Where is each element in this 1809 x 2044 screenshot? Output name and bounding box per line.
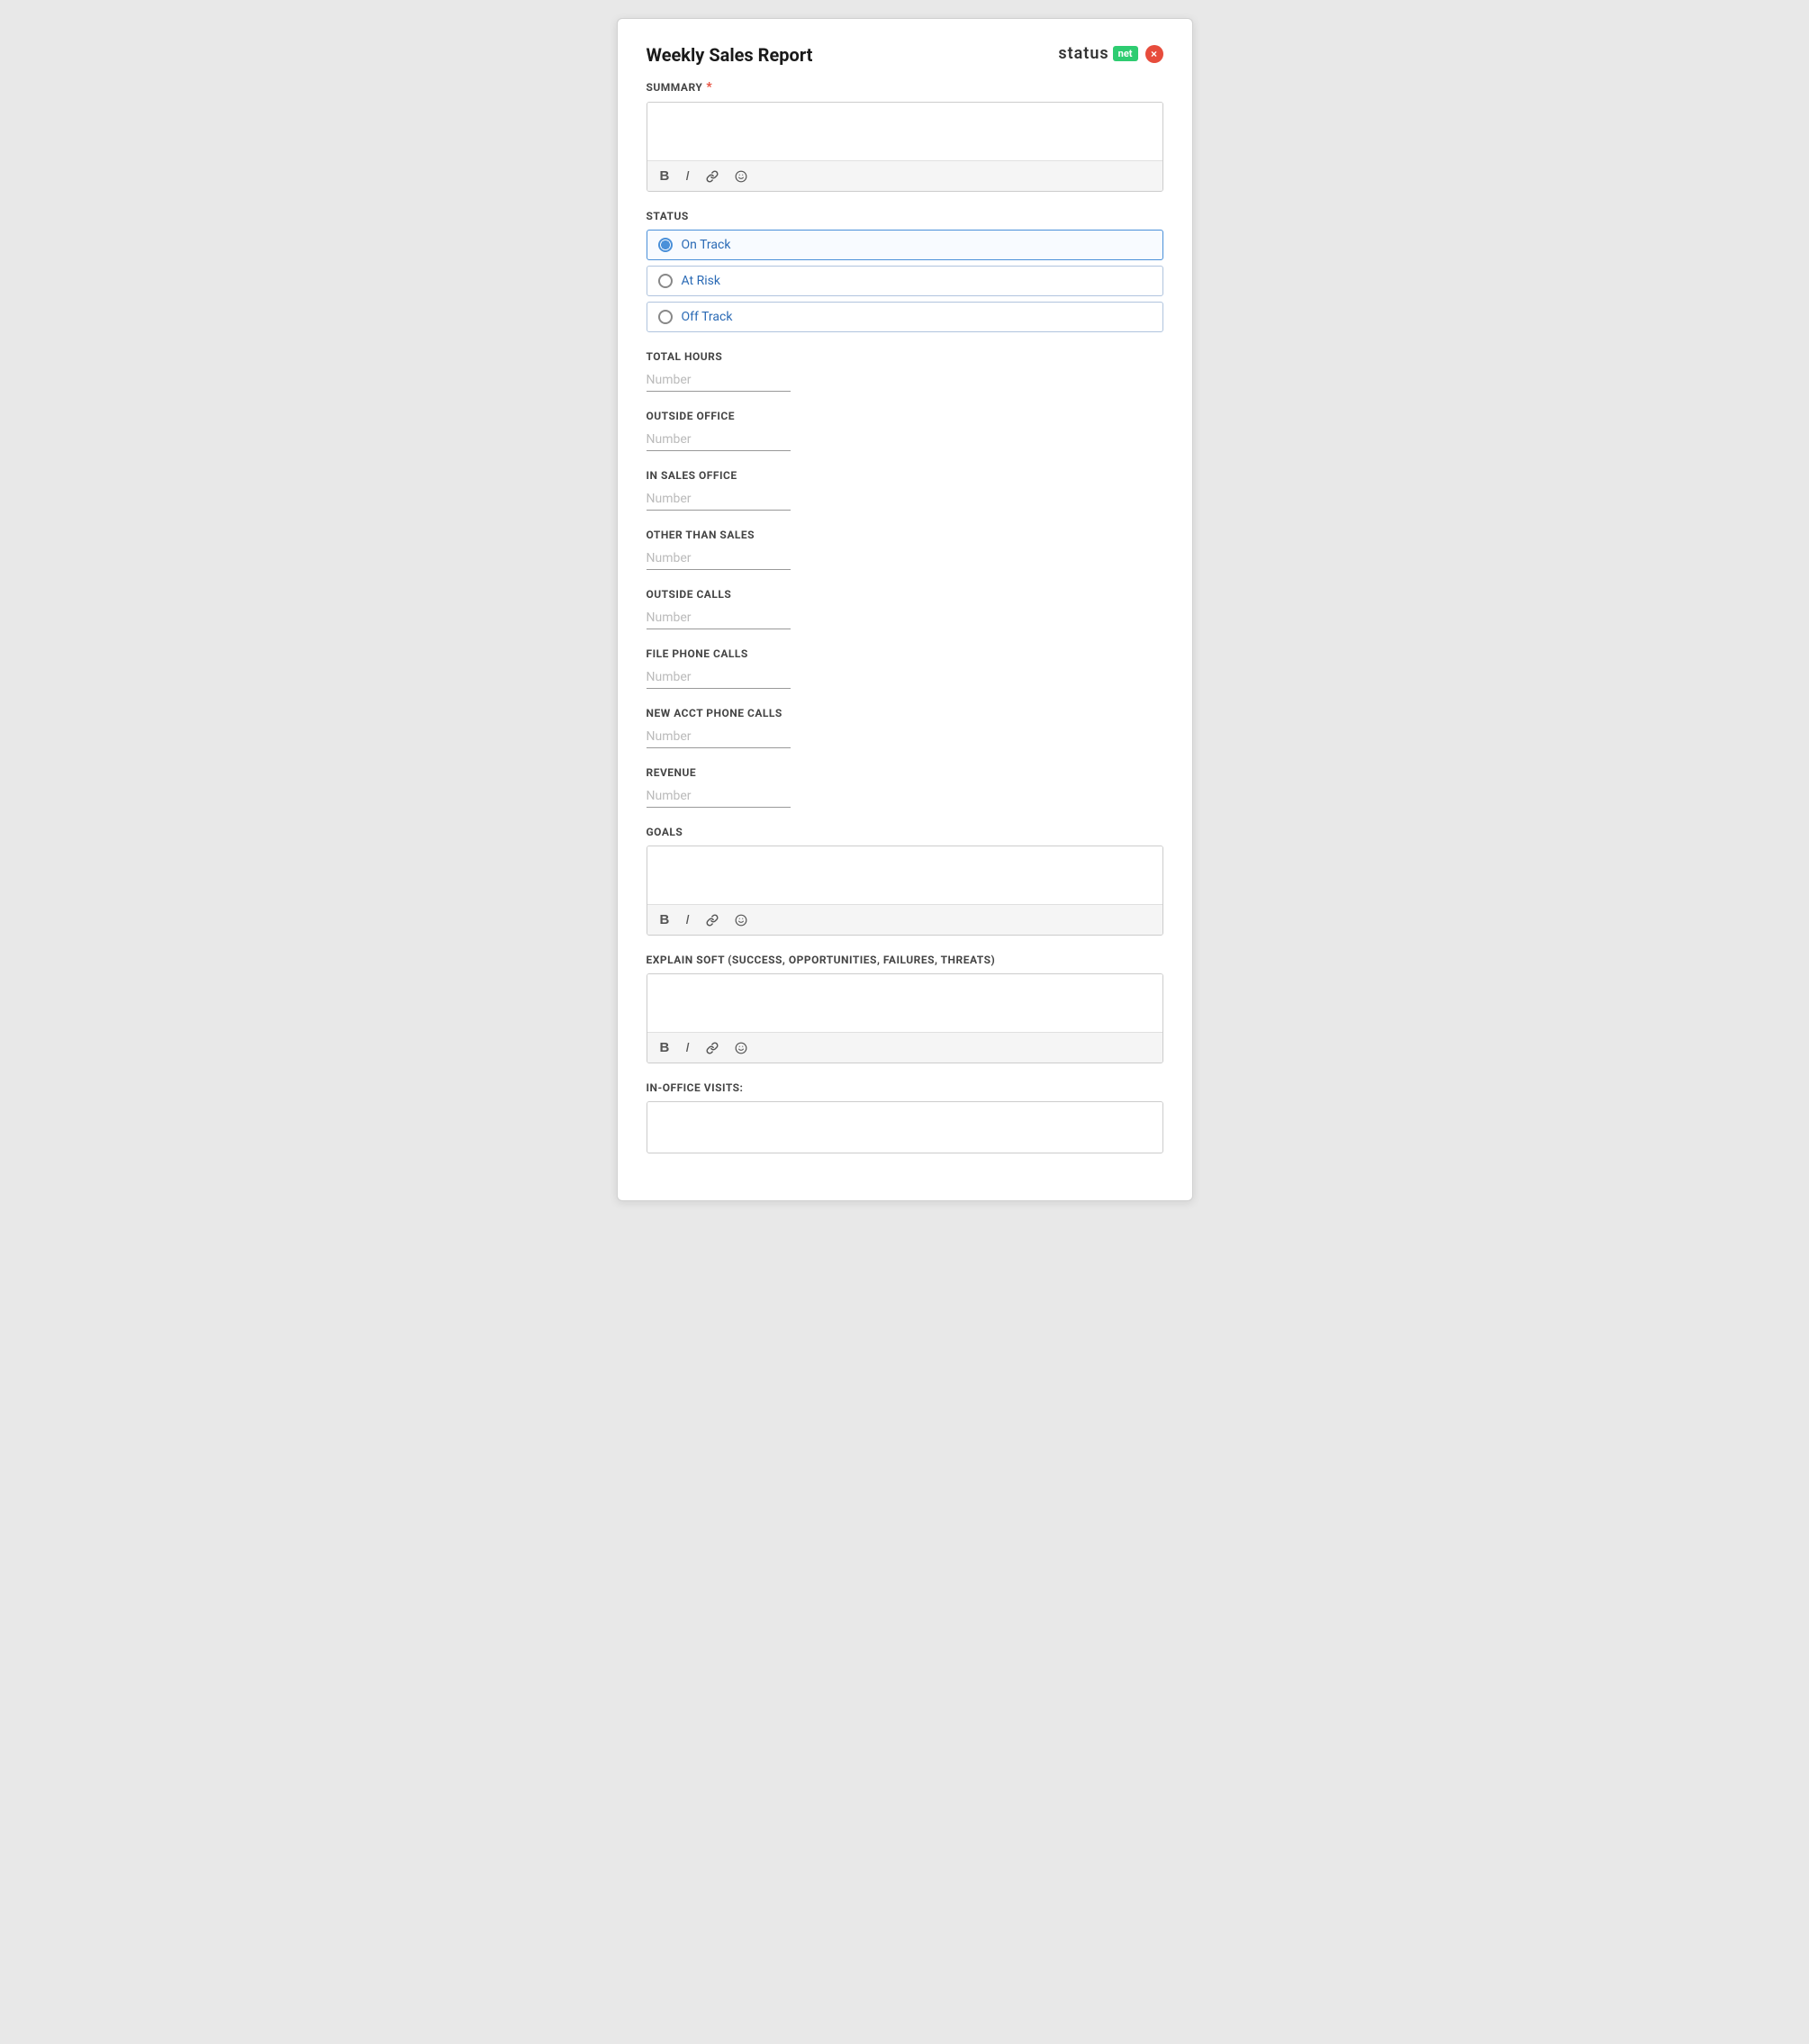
explain-soft-editor-container: B I bbox=[647, 973, 1163, 1063]
status-on-track-label: On Track bbox=[682, 238, 731, 252]
other-than-sales-input-container bbox=[647, 548, 791, 570]
new-acct-phone-calls-label: NEW ACCT PHONE CALLS bbox=[647, 707, 1163, 719]
modal-title: Weekly Sales Report bbox=[647, 44, 813, 66]
explain-soft-label: EXPLAIN SOFT (SUCCESS, OPPORTUNITIES, FA… bbox=[647, 954, 1163, 966]
summary-label: SUMMARY * bbox=[647, 80, 1163, 95]
explain-soft-bold-button[interactable]: B bbox=[656, 1038, 674, 1057]
revenue-section: REVENUE bbox=[647, 766, 1163, 808]
in-sales-office-label: IN SALES OFFICE bbox=[647, 469, 1163, 482]
status-net-badge: net bbox=[1113, 46, 1138, 61]
outside-calls-input-container bbox=[647, 608, 791, 629]
goals-italic-button[interactable]: I bbox=[682, 910, 692, 929]
new-acct-phone-calls-input-container bbox=[647, 727, 791, 748]
in-sales-office-input[interactable] bbox=[647, 492, 791, 506]
close-button[interactable]: × bbox=[1145, 45, 1163, 63]
in-office-visits-label: IN-OFFICE VISITS: bbox=[647, 1081, 1163, 1094]
status-label: STATUS bbox=[647, 210, 1163, 222]
radio-on-track bbox=[658, 238, 673, 252]
total-hours-section: TOTAL HOURS bbox=[647, 350, 1163, 392]
file-phone-calls-section: FILE PHONE CALLS bbox=[647, 647, 1163, 689]
total-hours-label: TOTAL HOURS bbox=[647, 350, 1163, 363]
outside-calls-section: OUTSIDE CALLS bbox=[647, 588, 1163, 629]
summary-italic-button[interactable]: I bbox=[682, 167, 692, 185]
summary-toolbar: B I bbox=[647, 160, 1162, 191]
required-indicator: * bbox=[706, 80, 712, 95]
total-hours-input-container bbox=[647, 370, 791, 392]
outside-office-input-container bbox=[647, 430, 791, 451]
summary-link-button[interactable] bbox=[702, 168, 722, 185]
other-than-sales-section: OTHER THAN SALES bbox=[647, 529, 1163, 570]
modal-container: Weekly Sales Report status net × SUMMARY… bbox=[617, 18, 1193, 1201]
other-than-sales-label: OTHER THAN SALES bbox=[647, 529, 1163, 541]
modal-header: Weekly Sales Report status net × bbox=[647, 44, 1163, 66]
status-option-off-track[interactable]: Off Track bbox=[647, 302, 1163, 332]
in-office-visits-section: IN-OFFICE VISITS: bbox=[647, 1081, 1163, 1153]
outside-calls-label: OUTSIDE CALLS bbox=[647, 588, 1163, 601]
new-acct-phone-calls-section: NEW ACCT PHONE CALLS bbox=[647, 707, 1163, 748]
goals-label: GOALS bbox=[647, 826, 1163, 838]
summary-textarea[interactable] bbox=[647, 103, 1162, 157]
status-text: status bbox=[1058, 44, 1108, 63]
explain-soft-textarea[interactable] bbox=[647, 974, 1162, 1028]
outside-office-label: OUTSIDE OFFICE bbox=[647, 410, 1163, 422]
summary-emoji-button[interactable] bbox=[731, 168, 751, 185]
in-office-visits-textarea[interactable] bbox=[647, 1102, 1162, 1149]
status-section: STATUS On Track At Risk Off Track bbox=[647, 210, 1163, 332]
total-hours-input[interactable] bbox=[647, 373, 791, 387]
outside-office-input[interactable] bbox=[647, 432, 791, 447]
revenue-label: REVENUE bbox=[647, 766, 1163, 779]
goals-emoji-button[interactable] bbox=[731, 912, 751, 928]
in-sales-office-section: IN SALES OFFICE bbox=[647, 469, 1163, 511]
explain-soft-section: EXPLAIN SOFT (SUCCESS, OPPORTUNITIES, FA… bbox=[647, 954, 1163, 1063]
summary-bold-button[interactable]: B bbox=[656, 167, 674, 185]
status-at-risk-label: At Risk bbox=[682, 274, 720, 288]
status-badge: status net bbox=[1058, 44, 1137, 63]
file-phone-calls-input[interactable] bbox=[647, 670, 791, 684]
status-option-on-track[interactable]: On Track bbox=[647, 230, 1163, 260]
status-option-at-risk[interactable]: At Risk bbox=[647, 266, 1163, 296]
in-office-visits-editor-container bbox=[647, 1101, 1163, 1153]
status-off-track-label: Off Track bbox=[682, 310, 733, 324]
in-sales-office-input-container bbox=[647, 489, 791, 511]
revenue-input-container bbox=[647, 786, 791, 808]
explain-soft-toolbar: B I bbox=[647, 1032, 1162, 1063]
outside-office-section: OUTSIDE OFFICE bbox=[647, 410, 1163, 451]
new-acct-phone-calls-input[interactable] bbox=[647, 729, 791, 744]
goals-editor-container: B I bbox=[647, 846, 1163, 936]
outside-calls-input[interactable] bbox=[647, 610, 791, 625]
status-options: On Track At Risk Off Track bbox=[647, 230, 1163, 332]
summary-section: SUMMARY * B I bbox=[647, 80, 1163, 192]
radio-off-track bbox=[658, 310, 673, 324]
goals-textarea[interactable] bbox=[647, 846, 1162, 900]
explain-soft-link-button[interactable] bbox=[702, 1040, 722, 1056]
file-phone-calls-label: FILE PHONE CALLS bbox=[647, 647, 1163, 660]
explain-soft-italic-button[interactable]: I bbox=[682, 1038, 692, 1057]
explain-soft-emoji-button[interactable] bbox=[731, 1040, 751, 1056]
goals-link-button[interactable] bbox=[702, 912, 722, 928]
file-phone-calls-input-container bbox=[647, 667, 791, 689]
goals-bold-button[interactable]: B bbox=[656, 910, 674, 929]
revenue-input[interactable] bbox=[647, 789, 791, 803]
radio-at-risk bbox=[658, 274, 673, 288]
goals-section: GOALS B I bbox=[647, 826, 1163, 936]
summary-editor-container: B I bbox=[647, 102, 1163, 192]
other-than-sales-input[interactable] bbox=[647, 551, 791, 565]
header-right: status net × bbox=[1058, 44, 1162, 63]
goals-toolbar: B I bbox=[647, 904, 1162, 935]
